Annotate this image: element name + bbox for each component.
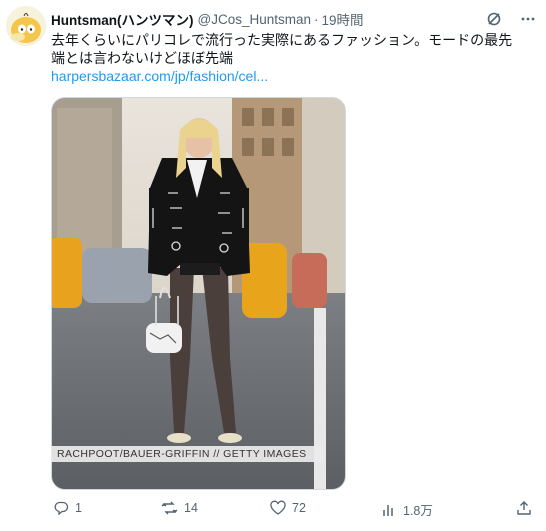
views-icon	[383, 504, 393, 516]
reply-icon	[54, 501, 69, 516]
views-button[interactable]: 1.8万	[381, 500, 433, 519]
like-icon	[270, 500, 286, 515]
more-icon[interactable]	[518, 9, 538, 29]
view-count: 1.8万	[403, 504, 433, 518]
tweet-text: 去年くらいにパリコレで流行った実際にあるファッション。モードの最先端とは言わない…	[51, 32, 513, 66]
image-credit: RACHPOOT/BAUER-GRIFFIN // GETTY IMAGES	[51, 446, 323, 462]
timestamp[interactable]: 19時間	[322, 9, 364, 29]
user-handle[interactable]: @JCos_Huntsman	[198, 12, 312, 27]
repost-button[interactable]: 14	[161, 500, 198, 516]
share-button[interactable]	[516, 500, 532, 516]
action-bar: 1 14 72 1.8万	[51, 500, 538, 522]
avatar-duck-icon	[6, 6, 46, 46]
tweet-image[interactable]	[51, 97, 346, 490]
avatar[interactable]	[6, 6, 46, 46]
repost-icon	[161, 501, 178, 515]
share-icon	[517, 501, 531, 515]
reply-button[interactable]: 1	[53, 500, 82, 516]
article-link[interactable]: harpersbazaar.com/jp/fashion/cel...	[51, 68, 268, 84]
repost-count: 14	[184, 501, 198, 515]
reply-count: 1	[75, 501, 82, 515]
street-fashion-photo	[52, 98, 345, 489]
separator: ·	[314, 11, 319, 27]
tweet-header: Huntsman(ハンツマン) @JCos_Huntsman · 19時間	[51, 9, 538, 29]
like-count: 72	[292, 501, 306, 515]
like-button[interactable]: 72	[270, 500, 306, 516]
grok-icon[interactable]	[484, 9, 504, 29]
display-name[interactable]: Huntsman(ハンツマン)	[51, 9, 194, 29]
